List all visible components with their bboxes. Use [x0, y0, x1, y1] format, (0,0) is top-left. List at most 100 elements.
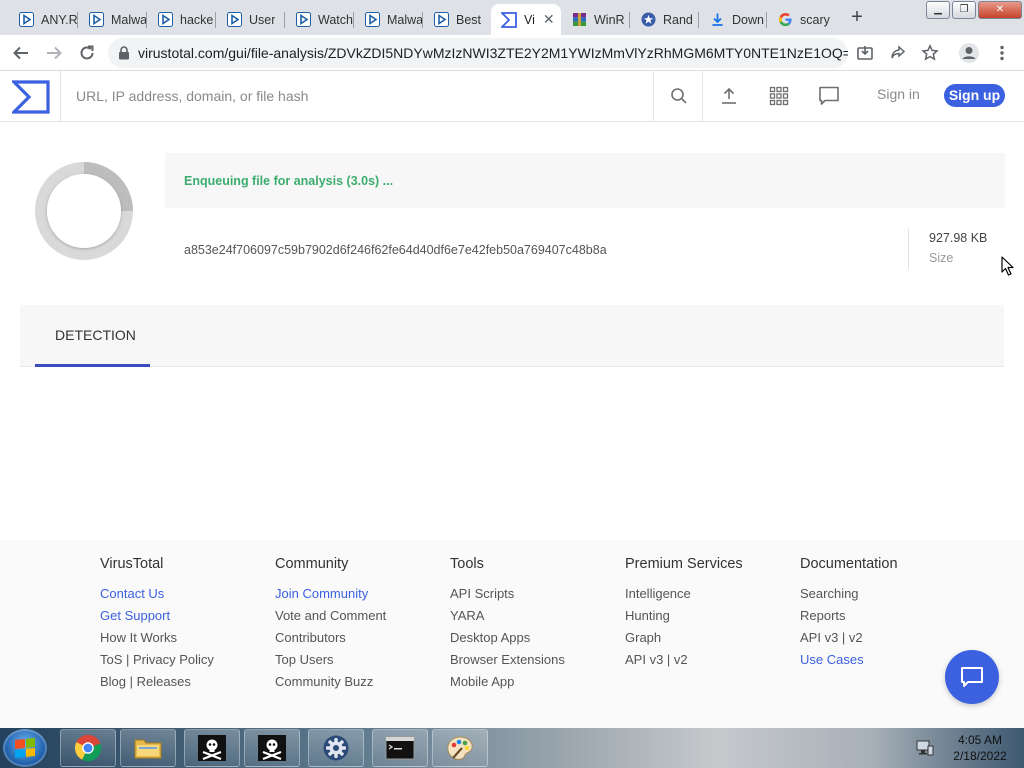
footer-link-graph[interactable]: Graph [625, 629, 743, 651]
new-tab-button[interactable]: + [846, 7, 868, 27]
vt-footer: VirusTotal Contact Us Get Support How It… [0, 540, 1024, 728]
back-arrow-icon [13, 46, 28, 60]
clock-time[interactable]: 4:05 AM [944, 733, 1016, 747]
taskbar-chrome[interactable] [60, 729, 116, 767]
tab-title: Rand [663, 12, 693, 27]
footer-link-community-buzz[interactable]: Community Buzz [275, 673, 386, 695]
tab-title: Watch [318, 12, 353, 27]
share-icon[interactable] [886, 41, 910, 65]
pirate-flag-icon [198, 735, 226, 761]
browser-tab[interactable]: Down [699, 4, 767, 35]
start-button[interactable] [3, 729, 47, 767]
bookmark-star-icon[interactable] [918, 41, 942, 65]
maximize-button[interactable]: ❐ [952, 1, 976, 19]
clock-date[interactable]: 2/18/2022 [944, 749, 1016, 763]
browser-tab[interactable]: hacke [147, 4, 216, 35]
explorer-icon [134, 739, 162, 759]
close-window-button[interactable]: ✕ [978, 1, 1022, 19]
footer-link-api-premium[interactable]: API v3 | v2 [625, 651, 743, 673]
footer-link-join-community[interactable]: Join Community [275, 585, 386, 607]
tab-detection[interactable]: DETECTION [35, 305, 150, 367]
tab-title: hacke [180, 12, 214, 27]
footer-link-contact-us[interactable]: Contact Us [100, 585, 214, 607]
footer-column-documentation: Documentation Searching Reports API v3 |… [800, 556, 898, 673]
active-tab-underline [35, 364, 150, 367]
lock-icon [118, 46, 130, 60]
tab-title: WinR [594, 12, 625, 27]
footer-link-contributors[interactable]: Contributors [275, 629, 386, 651]
chat-bubble-icon [961, 667, 983, 687]
footer-link-reports[interactable]: Reports [800, 607, 898, 629]
reload-button[interactable] [75, 41, 99, 65]
footer-link-mobile-app[interactable]: Mobile App [450, 673, 565, 695]
settings-gear-icon [323, 735, 349, 761]
browser-tab[interactable]: WinR [561, 4, 630, 35]
tab-title: Malwa [387, 12, 423, 27]
anyrun-icon [364, 12, 380, 28]
browser-tab[interactable]: scary [767, 4, 837, 35]
footer-link-hunting[interactable]: Hunting [625, 607, 743, 629]
sign-in-link[interactable]: Sign in [877, 86, 920, 102]
network-icon[interactable] [916, 740, 934, 761]
browser-tab[interactable]: ANY.RUN [8, 4, 78, 35]
browser-tab-active[interactable]: Vi ✕ [491, 4, 561, 35]
browser-tab[interactable]: Rand [630, 4, 699, 35]
footer-link-get-support[interactable]: Get Support [100, 607, 214, 629]
chat-comment-icon[interactable] [817, 84, 841, 108]
forward-button[interactable] [42, 41, 66, 65]
browser-tab[interactable]: Watch [285, 4, 354, 35]
download-icon [709, 12, 725, 28]
vt-search-input[interactable] [76, 85, 636, 107]
search-icon [670, 88, 687, 104]
install-app-icon[interactable] [853, 41, 877, 65]
vt-search-container [60, 71, 654, 121]
taskbar-pirate-app[interactable] [184, 729, 240, 767]
footer-link-yara[interactable]: YARA [450, 607, 565, 629]
footer-link-api-scripts[interactable]: API Scripts [450, 585, 565, 607]
browser-tab[interactable]: Malwa [354, 4, 423, 35]
footer-column-tools: Tools API Scripts YARA Desktop Apps Brow… [450, 556, 565, 695]
apps-grid-icon[interactable] [767, 84, 791, 108]
browser-tab[interactable]: Malwar [78, 4, 147, 35]
footer-link-searching[interactable]: Searching [800, 585, 898, 607]
taskbar-pirate-app[interactable] [244, 729, 300, 767]
taskbar-explorer[interactable] [120, 729, 176, 767]
tab-close-icon[interactable]: ✕ [543, 11, 555, 28]
footer-link-blog-releases[interactable]: Blog | Releases [100, 673, 214, 695]
google-icon [777, 12, 793, 28]
winrar-icon [571, 12, 587, 28]
virustotal-logo-icon[interactable] [10, 80, 50, 114]
footer-link-api-docs[interactable]: API v3 | v2 [800, 629, 898, 651]
taskbar-paint[interactable] [432, 729, 488, 767]
profile-avatar-icon[interactable] [957, 41, 981, 65]
browser-menu-icon[interactable] [990, 41, 1014, 65]
chat-support-button[interactable] [945, 650, 999, 704]
analysis-status-text: Enqueuing file for analysis (3.0s) ... [184, 174, 394, 188]
back-button[interactable] [9, 41, 33, 65]
footer-column-title: Premium Services [625, 556, 743, 572]
footer-column-title: VirusTotal [100, 556, 164, 572]
size-divider [908, 229, 909, 269]
taskbar-settings[interactable] [308, 729, 364, 767]
vt-search-button[interactable] [655, 71, 703, 121]
random-icon [640, 12, 656, 28]
footer-link-use-cases[interactable]: Use Cases [800, 651, 898, 673]
footer-link-intelligence[interactable]: Intelligence [625, 585, 743, 607]
footer-link-browser-extensions[interactable]: Browser Extensions [450, 651, 565, 673]
footer-link-how-it-works[interactable]: How It Works [100, 629, 214, 651]
browser-tab-strip: ANY.RUN Malwar hacke User Watch Malwa Be… [0, 0, 1024, 35]
upload-icon[interactable] [717, 84, 741, 108]
footer-link-desktop-apps[interactable]: Desktop Apps [450, 629, 565, 651]
footer-link-vote-comment[interactable]: Vote and Comment [275, 607, 386, 629]
address-bar[interactable]: virustotal.com/gui/file-analysis/ZDVkZDI… [108, 38, 848, 68]
footer-link-tos-privacy[interactable]: ToS | Privacy Policy [100, 651, 214, 673]
taskbar-cmd[interactable] [372, 729, 428, 767]
sign-up-button[interactable]: Sign up [944, 84, 1005, 107]
chrome-icon [74, 734, 102, 762]
file-size-label: Size [929, 251, 954, 265]
footer-link-top-users[interactable]: Top Users [275, 651, 386, 673]
windows-taskbar: 4:05 AM 2/18/2022 [0, 728, 1024, 768]
minimize-button[interactable]: ▁ [926, 1, 950, 19]
browser-tab[interactable]: Best [423, 4, 491, 35]
browser-tab[interactable]: User [216, 4, 285, 35]
